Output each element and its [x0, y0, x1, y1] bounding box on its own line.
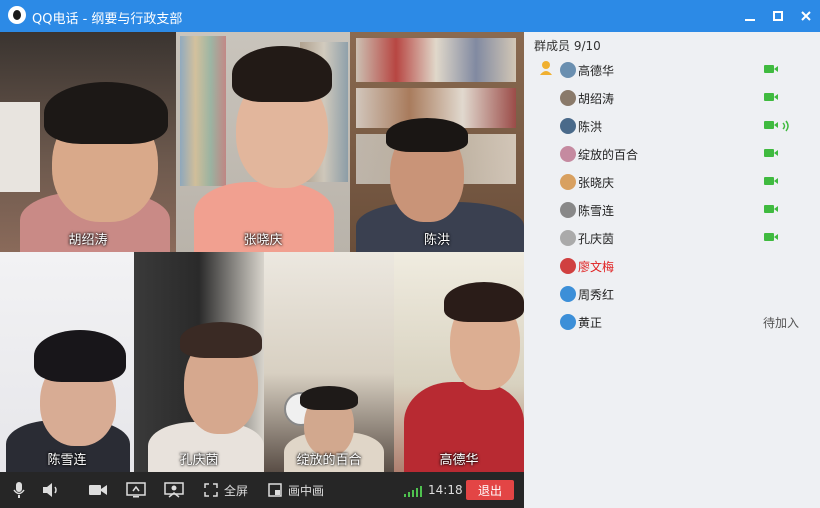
host-icon — [538, 60, 554, 76]
video-name-label: 绽放的百合 — [296, 453, 362, 468]
video-camera-icon — [764, 93, 778, 101]
signal-strength-icon — [404, 485, 424, 497]
fullscreen-icon — [204, 483, 218, 497]
member-name: 陈洪 — [578, 120, 603, 134]
member-row[interactable]: 周秀红 — [524, 280, 820, 308]
member-avatar — [560, 202, 576, 218]
call-duration: 14:18 — [428, 483, 463, 497]
maximize-icon — [773, 11, 783, 21]
person-hair — [232, 46, 332, 102]
member-name: 胡绍涛 — [578, 92, 615, 106]
video-tile[interactable]: 孔庆茵 — [134, 252, 264, 472]
video-name-label: 陈雪连 — [47, 453, 87, 468]
video-name-label: 张晓庆 — [243, 233, 283, 248]
exit-call-button[interactable]: 退出 — [466, 480, 514, 500]
member-name: 张晓庆 — [578, 176, 615, 190]
video-name-label: 胡绍涛 — [68, 233, 108, 248]
video-camera-icon — [764, 177, 778, 185]
bookshelf — [356, 38, 516, 82]
member-name: 黄正 — [578, 316, 603, 330]
call-control-bar: 全屏 画中画 14:18 退出 — [0, 472, 524, 508]
video-camera-icon — [764, 121, 778, 129]
video-tile[interactable]: 陈洪 — [350, 32, 524, 252]
video-tile[interactable]: 胡绍涛 — [0, 32, 176, 252]
member-avatar — [560, 314, 576, 330]
video-name-label: 高德华 — [439, 453, 479, 468]
video-name-label: 孔庆茵 — [179, 453, 219, 468]
qq-logo-icon — [8, 6, 26, 24]
speaking-icon — [781, 118, 791, 137]
member-name: 陈雪连 — [578, 204, 615, 218]
close-icon — [801, 11, 811, 21]
person-hair — [34, 330, 126, 382]
member-row[interactable]: 张晓庆 — [524, 168, 820, 196]
person-hair — [300, 386, 358, 410]
person-hair — [44, 82, 168, 144]
fullscreen-label: 全屏 — [224, 483, 249, 498]
presentation-icon — [164, 482, 184, 498]
member-avatar — [560, 286, 576, 302]
video-tile[interactable]: 张晓庆 — [176, 32, 350, 252]
member-row[interactable]: 孔庆茵 — [524, 224, 820, 252]
screen-share-icon — [126, 482, 146, 498]
picture-in-picture-button[interactable]: 画中画 — [268, 472, 324, 508]
member-avatar — [560, 174, 576, 190]
member-row[interactable]: 黄正 待加入 — [524, 308, 820, 336]
person-hair — [444, 282, 524, 322]
video-camera-icon — [764, 149, 778, 157]
member-row[interactable]: 陈洪 — [524, 112, 820, 140]
person-hair — [180, 322, 262, 358]
fullscreen-button[interactable]: 全屏 — [204, 472, 248, 508]
microphone-button[interactable] — [12, 472, 26, 508]
member-name: 绽放的百合 — [578, 148, 639, 162]
person-hair — [386, 118, 468, 152]
camera-icon — [89, 485, 107, 495]
member-panel: 群成员 9/10 高德华胡绍涛陈洪绽放的百合张晓庆陈雪连孔庆茵廖文梅周秀红黄正 待… — [524, 32, 820, 508]
speaker-button[interactable] — [42, 472, 62, 508]
member-row[interactable]: 绽放的百合 — [524, 140, 820, 168]
member-row[interactable]: 胡绍涛 — [524, 84, 820, 112]
member-avatar — [560, 230, 576, 246]
bookshelf — [180, 36, 226, 186]
background-object — [0, 102, 40, 192]
presentation-button[interactable] — [164, 472, 184, 508]
title-bar: QQ电话 - 纲要与行政支部 — [0, 0, 820, 32]
video-tile[interactable]: 高德华 — [394, 252, 524, 472]
video-name-label: 陈洪 — [423, 233, 450, 248]
video-camera-icon — [764, 65, 778, 73]
member-avatar — [560, 146, 576, 162]
picture-in-picture-label: 画中画 — [288, 483, 325, 498]
video-grid: 胡绍涛 张晓庆 陈洪 陈雪连 孔庆茵 绽放的百合 高德华 — [0, 32, 524, 472]
member-name: 孔庆茵 — [578, 232, 615, 246]
member-row[interactable]: 廖文梅 — [524, 252, 820, 280]
pending-status: 待加入 — [763, 316, 800, 330]
member-count-header: 群成员 9/10 — [534, 39, 601, 53]
member-avatar — [560, 258, 576, 274]
window-title: QQ电话 - 纲要与行政支部 — [32, 12, 183, 27]
member-row[interactable]: 高德华 — [524, 56, 820, 84]
microphone-icon — [13, 482, 25, 498]
member-row[interactable]: 陈雪连 — [524, 196, 820, 224]
member-avatar — [560, 62, 576, 78]
video-camera-icon — [764, 233, 778, 241]
video-camera-icon — [764, 205, 778, 213]
member-name: 廖文梅 — [578, 260, 615, 274]
screen-share-button[interactable] — [126, 472, 146, 508]
qq-call-window: QQ电话 - 纲要与行政支部 胡绍涛 张晓庆 陈洪 陈雪连 孔庆茵 绽放的百合 … — [0, 0, 820, 508]
member-avatar — [560, 118, 576, 134]
member-name: 高德华 — [578, 64, 615, 78]
camera-button[interactable] — [88, 472, 108, 508]
speaker-icon — [43, 483, 57, 497]
video-tile[interactable]: 绽放的百合 — [264, 252, 394, 472]
video-tile[interactable]: 陈雪连 — [0, 252, 134, 472]
minimize-icon — [745, 19, 755, 21]
member-avatar — [560, 90, 576, 106]
close-button[interactable] — [790, 0, 820, 32]
member-name: 周秀红 — [578, 288, 615, 302]
picture-in-picture-icon — [268, 483, 282, 497]
